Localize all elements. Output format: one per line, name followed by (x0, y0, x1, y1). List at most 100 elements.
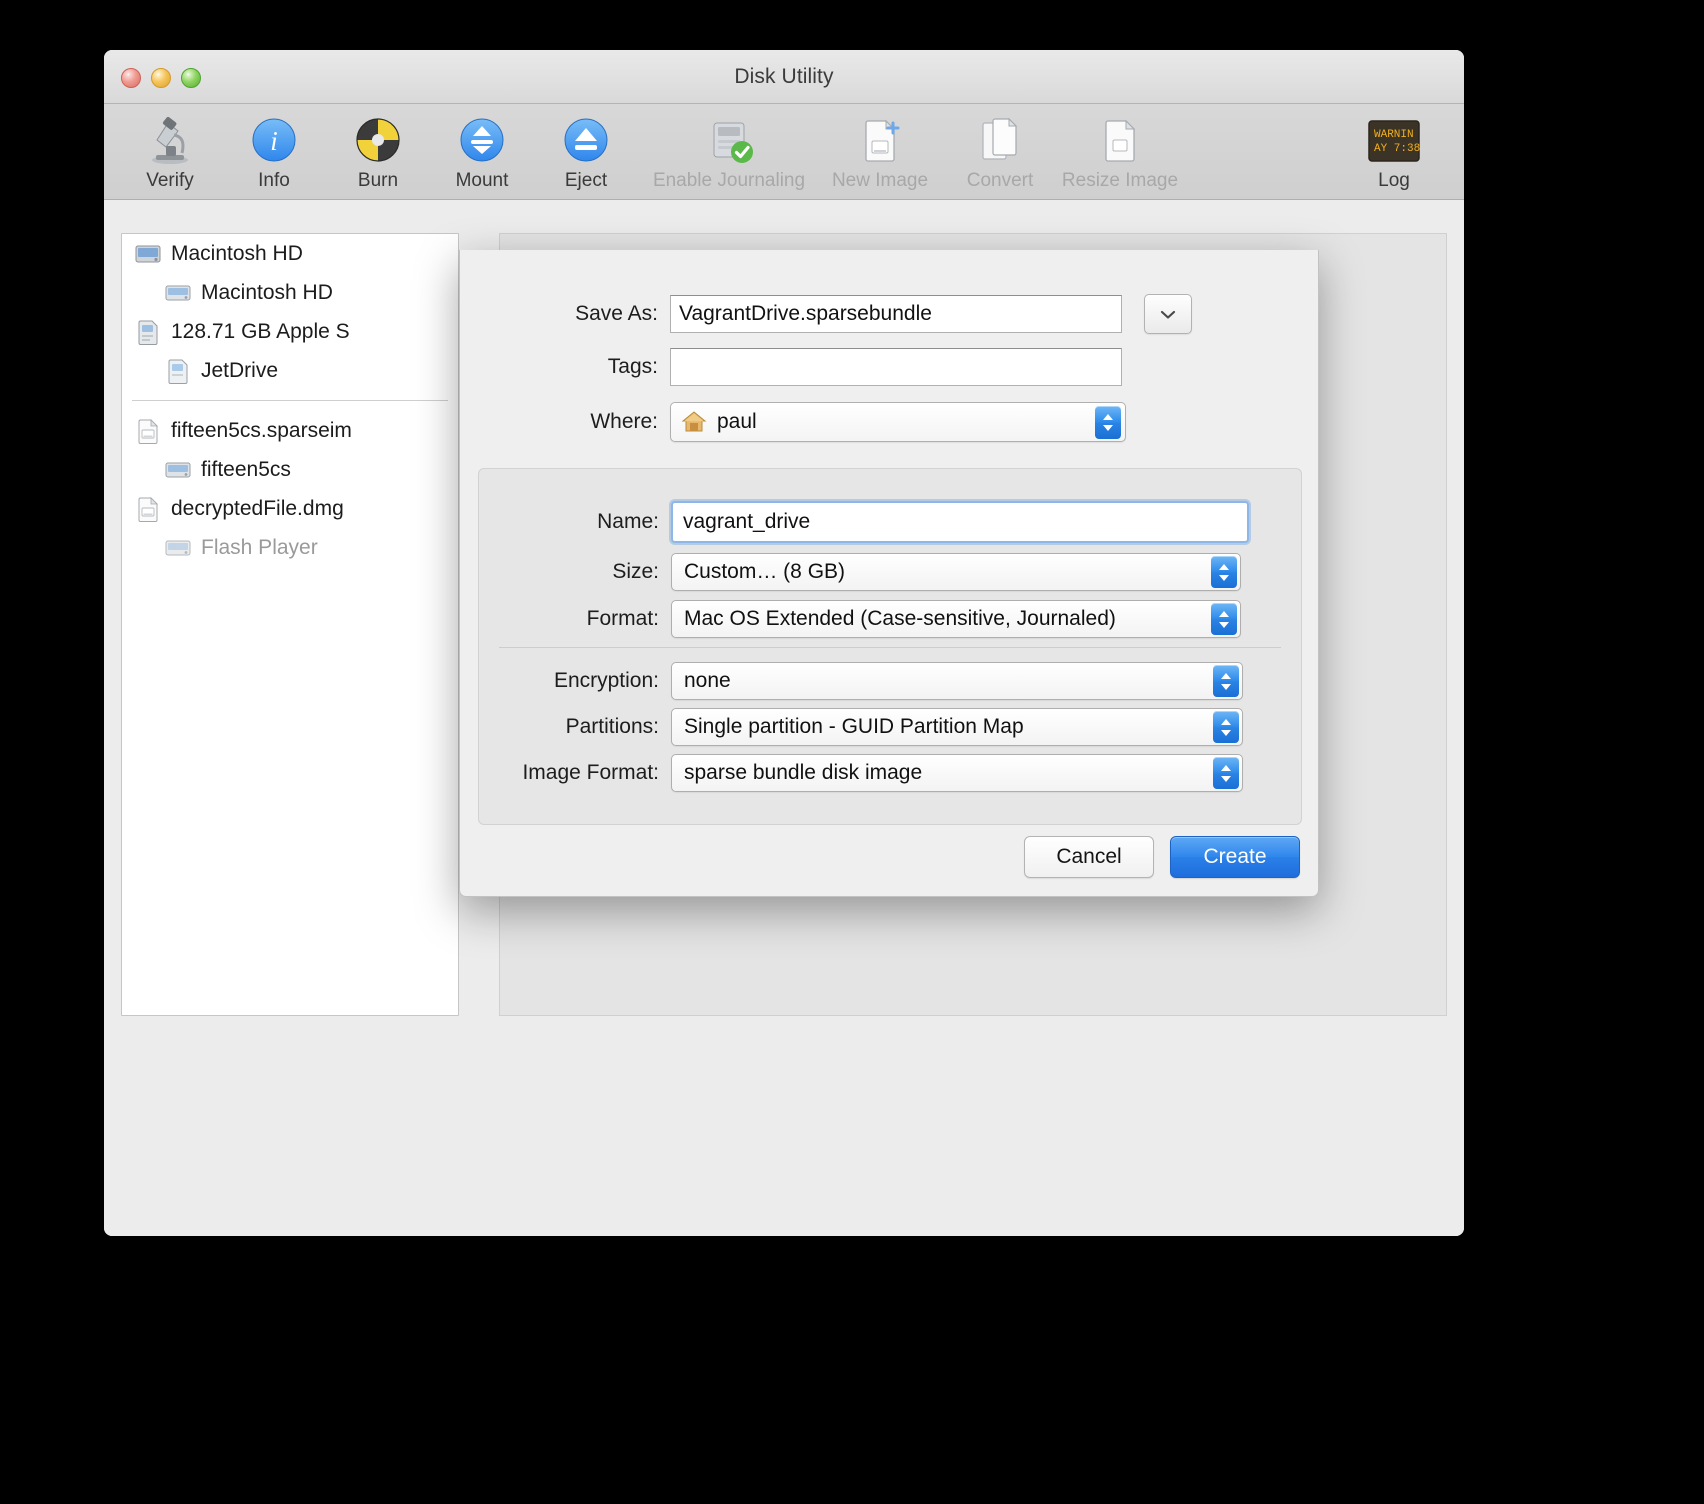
partitions-popup-button[interactable]: Single partition - GUID Partition Map (671, 708, 1243, 746)
image-format-label: Image Format: (522, 761, 659, 784)
volume-icon (164, 457, 192, 483)
tags-label: Tags: (607, 355, 658, 378)
sidebar-item-jetdrive[interactable]: JetDrive (122, 351, 458, 390)
sidebar-label: Macintosh HD (201, 280, 333, 304)
size-popup-button[interactable]: Custom… (8 GB) (671, 553, 1241, 591)
toolbar-button-burn[interactable]: Burn (326, 104, 430, 192)
sidebar-item-decryptedfile-dmg[interactable]: decryptedFile.dmg (122, 489, 458, 528)
eject-icon (534, 110, 638, 170)
log-icon: WARNIN AY 7:38 (1342, 110, 1446, 170)
where-stepper-icon[interactable] (1095, 406, 1121, 439)
format-popup-button[interactable]: Mac OS Extended (Case-sensitive, Journal… (671, 600, 1241, 638)
save-as-row: Save As: VagrantDrive.sparsebundle (548, 294, 1278, 334)
save-as-label: Save As: (575, 302, 658, 325)
toolbar-items: Verify i Info Burn Mount Eject Enable Jo… (118, 104, 1180, 192)
size-label: Size: (612, 560, 659, 583)
tags-input[interactable] (670, 348, 1122, 386)
format-label: Format: (586, 607, 659, 630)
size-value: Custom… (8 GB) (684, 560, 846, 583)
partitions-label: Partitions: (565, 715, 659, 738)
sidebar-item-fifteen5cs[interactable]: fifteen5cs (122, 450, 458, 489)
convert-icon (940, 110, 1060, 170)
toolbar-label-convert: Convert (966, 170, 1034, 191)
where-row: Where: paul (548, 402, 1278, 442)
disk-image-icon (134, 496, 162, 522)
toolbar-label-burn: Burn (357, 170, 399, 191)
toolbar-label-info: Info (258, 170, 290, 191)
svg-text:AY 7:38: AY 7:38 (1374, 143, 1420, 155)
save-as-disclosure-button[interactable] (1144, 294, 1192, 334)
toolbar-button-log[interactable]: WARNIN AY 7:38 Log (1342, 104, 1446, 192)
card-disk-icon (134, 319, 162, 345)
toolbar-button-convert[interactable]: Convert (940, 104, 1060, 192)
toolbar-button-info[interactable]: i Info (222, 104, 326, 192)
tags-row: Tags: (548, 348, 1278, 386)
device-sidebar[interactable]: Macintosh HD Macintosh HD 128.71 GB Appl… (121, 233, 459, 1016)
disk-utility-window: Disk Utility Verify i Info Burn Mount Ej… (104, 50, 1464, 1236)
toolbar-button-resize-image[interactable]: Resize Image (1060, 104, 1180, 192)
create-button[interactable]: Create (1170, 836, 1300, 878)
encryption-label: Encryption: (553, 669, 659, 692)
sidebar-label: 128.71 GB Apple S (171, 319, 350, 343)
sidebar-item-apple-storage[interactable]: 128.71 GB Apple S (122, 312, 458, 351)
sidebar-item-fifteen5cs-sparseimage[interactable]: fifteen5cs.sparseim (122, 411, 458, 450)
partitions-stepper-icon[interactable] (1213, 711, 1239, 743)
info-icon: i (222, 110, 326, 170)
sidebar-label: fifteen5cs.sparseim (171, 418, 352, 442)
window-titlebar: Disk Utility (104, 50, 1464, 104)
sheet-buttons: Cancel Create (1024, 836, 1300, 878)
cancel-button[interactable]: Cancel (1024, 836, 1154, 878)
partitions-value: Single partition - GUID Partition Map (684, 715, 1024, 738)
journaling-icon (638, 110, 820, 170)
volume-icon (164, 280, 192, 306)
name-label: Name: (597, 510, 659, 533)
sidebar-item-macintosh-hd-volume[interactable]: Macintosh HD (122, 273, 458, 312)
partitions-row: Partitions: Single partition - GUID Part… (497, 708, 1243, 746)
toolbar-button-mount[interactable]: Mount (430, 104, 534, 192)
toolbar-button-enable-journaling[interactable]: Enable Journaling (638, 104, 820, 192)
encryption-stepper-icon[interactable] (1213, 665, 1239, 697)
home-folder-icon (681, 410, 707, 434)
where-value: paul (717, 410, 757, 433)
encryption-popup-button[interactable]: none (671, 662, 1243, 700)
encryption-row: Encryption: none (497, 662, 1243, 700)
svg-text:i: i (270, 126, 278, 156)
sidebar-label: JetDrive (201, 358, 279, 382)
toolbar-label-verify: Verify (146, 170, 194, 191)
mount-icon (430, 110, 534, 170)
save-image-sheet: Save As: VagrantDrive.sparsebundle Tags:… (459, 250, 1319, 897)
window-title: Disk Utility (734, 65, 834, 88)
size-stepper-icon[interactable] (1211, 556, 1237, 588)
options-divider (499, 647, 1281, 648)
toolbar-label-eject: Eject (564, 170, 608, 191)
toolbar: Verify i Info Burn Mount Eject Enable Jo… (104, 104, 1464, 200)
sidebar-label: fifteen5cs (201, 457, 291, 481)
toolbar-label-resize-image: Resize Image (1061, 170, 1179, 191)
image-format-value: sparse bundle disk image (684, 761, 923, 784)
image-format-popup-button[interactable]: sparse bundle disk image (671, 754, 1243, 792)
burn-disc-icon (326, 110, 430, 170)
svg-text:WARNIN: WARNIN (1374, 129, 1414, 141)
where-label: Where: (590, 410, 658, 433)
disk-image-icon (134, 418, 162, 444)
sidebar-item-macintosh-hd-disk[interactable]: Macintosh HD (122, 234, 458, 273)
toolbar-button-new-image[interactable]: New Image (820, 104, 940, 192)
toolbar-button-eject[interactable]: Eject (534, 104, 638, 192)
where-popup-button[interactable]: paul (670, 402, 1126, 442)
save-as-value: VagrantDrive.sparsebundle (679, 302, 932, 325)
size-row: Size: Custom… (8 GB) (497, 553, 1241, 591)
format-row: Format: Mac OS Extended (Case-sensitive,… (497, 600, 1241, 638)
save-as-input[interactable]: VagrantDrive.sparsebundle (670, 295, 1122, 333)
toolbar-label-log: Log (1378, 170, 1410, 191)
name-value: vagrant_drive (683, 510, 811, 533)
toolbar-label-mount: Mount (455, 170, 509, 191)
image-format-stepper-icon[interactable] (1213, 757, 1239, 789)
name-row: Name: vagrant_drive (497, 501, 1249, 543)
sidebar-item-flash-player[interactable]: Flash Player (122, 528, 458, 567)
microscope-icon (118, 110, 222, 170)
image-options-group: Name: vagrant_drive Size: Custom… (8 GB) (478, 468, 1302, 825)
toolbar-button-verify[interactable]: Verify (118, 104, 222, 192)
name-input[interactable]: vagrant_drive (671, 501, 1249, 543)
image-format-row: Image Format: sparse bundle disk image (497, 754, 1243, 792)
format-stepper-icon[interactable] (1211, 603, 1237, 635)
